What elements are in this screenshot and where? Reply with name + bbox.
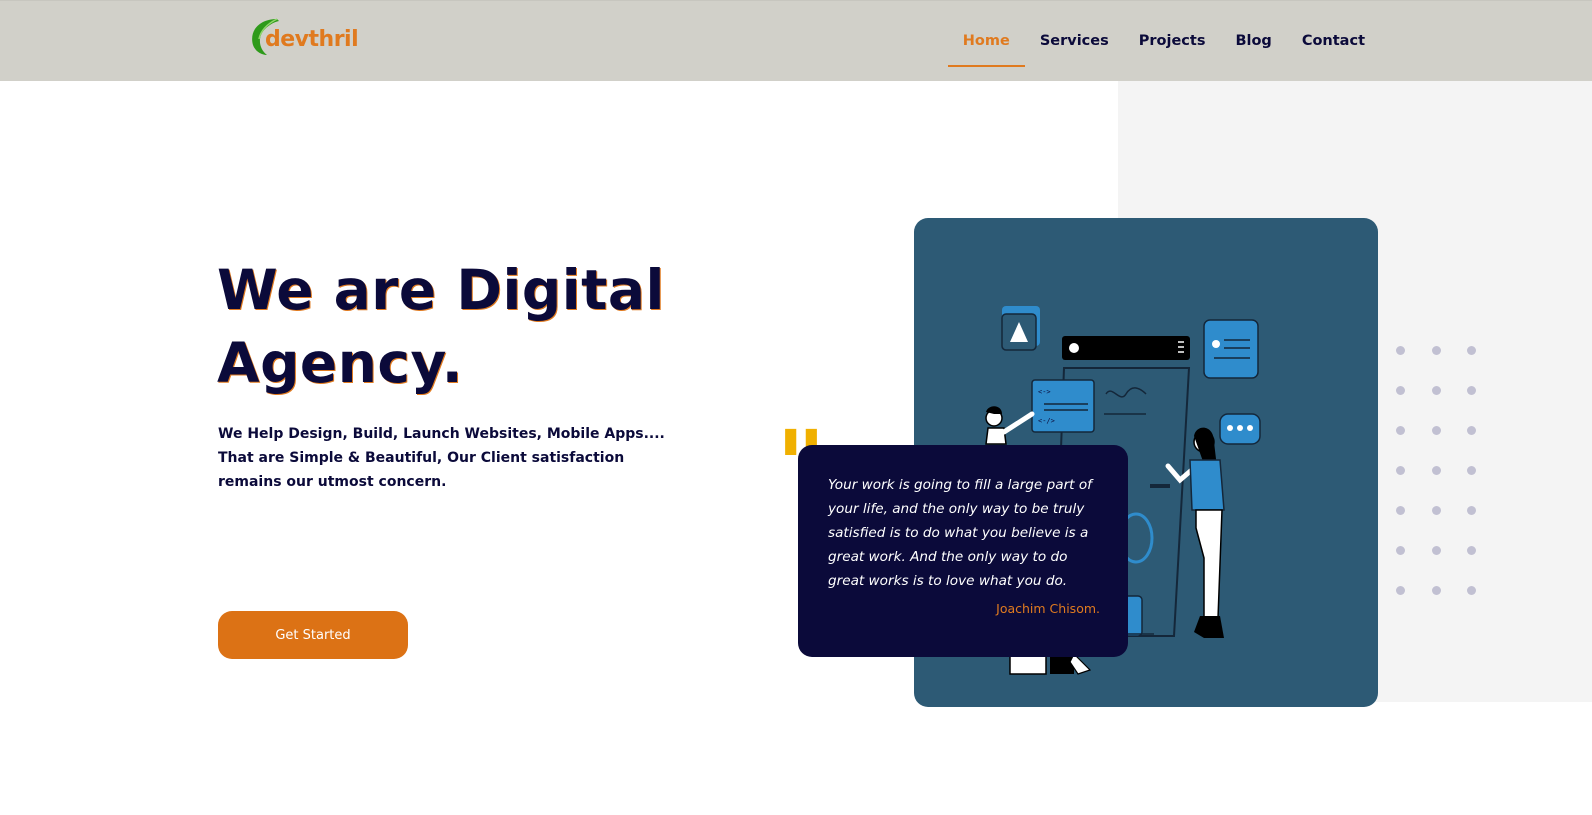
decorative-dot: [1396, 346, 1405, 355]
decorative-dot: [1431, 426, 1441, 435]
main-nav: Home Services Projects Blog Contact: [947, 1, 1380, 82]
nav-projects-link[interactable]: Projects: [1124, 1, 1221, 82]
brand-logo[interactable]: devthril: [247, 15, 359, 61]
decorative-dot: [1396, 586, 1405, 595]
decorative-dot: [1431, 586, 1441, 595]
hero-subtitle: We Help Design, Build, Launch Websites, …: [218, 426, 665, 490]
nav-blog-link[interactable]: Blog: [1220, 1, 1286, 82]
quote-author: Joachim Chisom.: [996, 601, 1100, 616]
logo-wordmark: devthril: [265, 27, 359, 52]
hero-title-line-1: We are Digital: [217, 258, 665, 322]
decorative-dot: [1396, 506, 1405, 515]
decorative-dot: [1467, 506, 1476, 515]
decorative-dot: [1467, 386, 1476, 395]
decorative-dot: [1467, 466, 1476, 475]
decorative-dot: [1467, 586, 1476, 595]
quote-text: Your work is going to fill a large part …: [828, 477, 1092, 589]
decorative-dot-grid: [1396, 346, 1486, 596]
decorative-dot: [1396, 386, 1405, 395]
decorative-dot: [1396, 546, 1405, 555]
nav-contact-link[interactable]: Contact: [1287, 1, 1380, 82]
hero-title-line-2: Agency.: [217, 331, 464, 395]
decorative-dot: [1467, 346, 1476, 355]
decorative-dot: [1431, 546, 1441, 555]
decorative-dot: [1467, 426, 1476, 435]
svg-text:<-/>: <-/>: [1038, 417, 1055, 425]
decorative-dot: [1431, 466, 1441, 475]
decorative-dot: [1431, 386, 1441, 395]
nav-home-link[interactable]: Home: [947, 1, 1025, 82]
quote-card: Your work is going to fill a large part …: [798, 445, 1128, 657]
get-started-button[interactable]: Get Started: [218, 611, 408, 659]
decorative-dot: [1467, 546, 1476, 555]
decorative-dot: [1431, 506, 1441, 515]
hero-title: We are Digital Agency.: [217, 254, 737, 400]
decorative-dot: [1396, 466, 1405, 475]
navbar: devthril Home Services Projects Blog Con…: [0, 0, 1592, 81]
decorative-dot: [1431, 346, 1441, 355]
nav-services-link[interactable]: Services: [1025, 1, 1124, 82]
decorative-dot: [1396, 426, 1405, 435]
svg-text:<->: <->: [1038, 388, 1051, 396]
